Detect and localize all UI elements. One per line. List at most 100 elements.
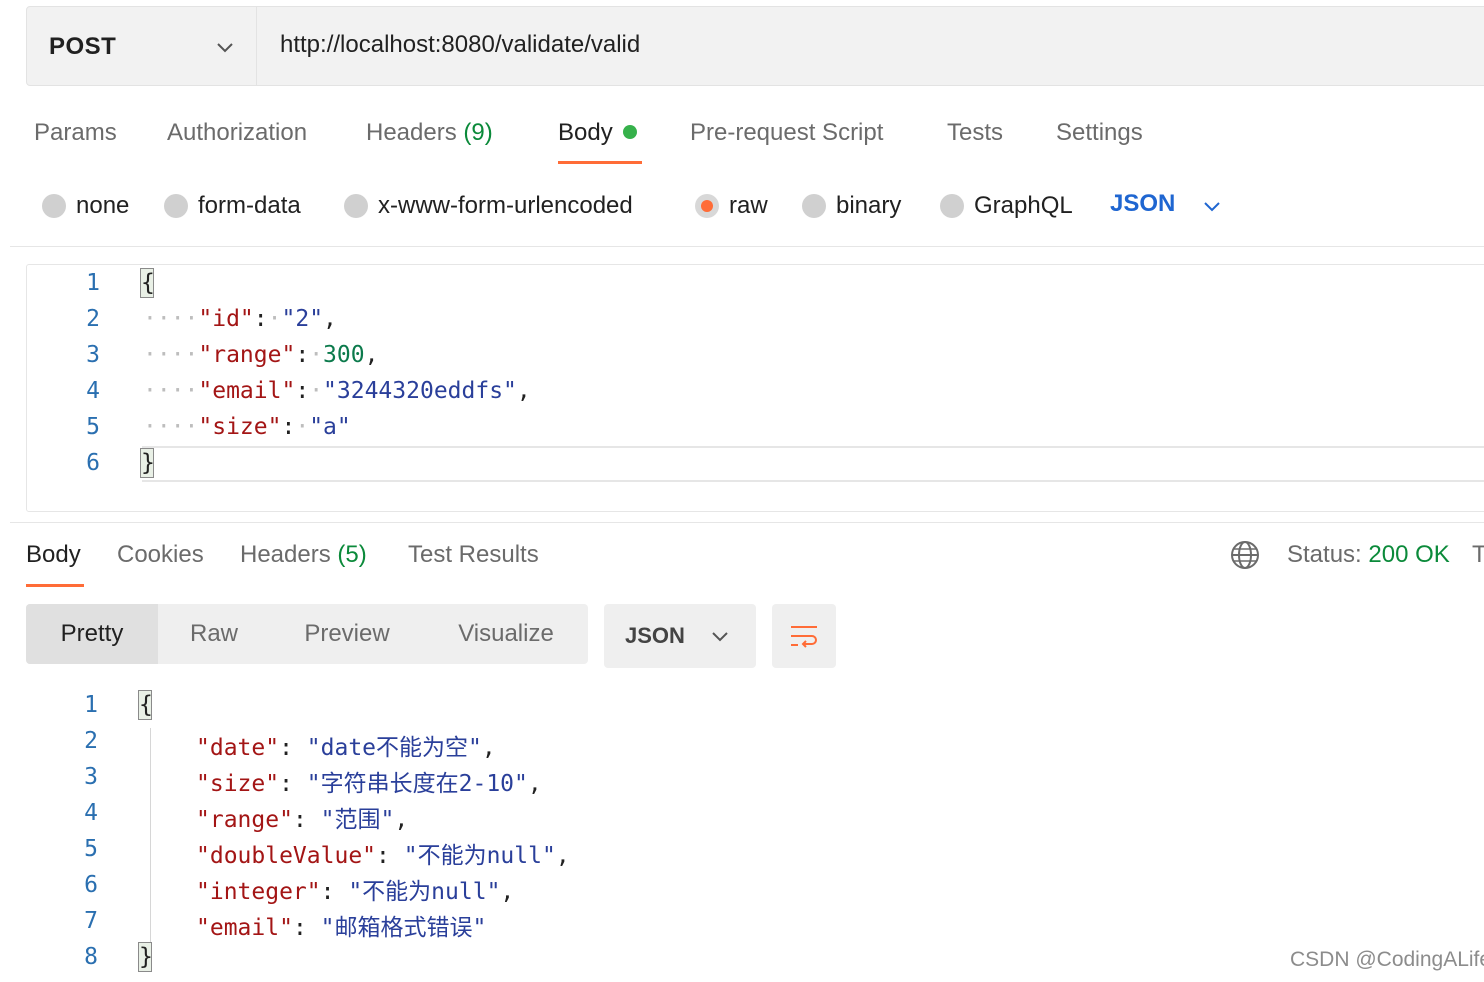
json-key: "size" — [196, 771, 280, 797]
json-key: "range" — [196, 807, 293, 833]
line-number: 7 — [84, 908, 98, 934]
json-value: "邮箱格式错误" — [320, 915, 487, 941]
watermark: CSDN @CodingALife — [1290, 948, 1484, 971]
radio-circle-selected — [695, 194, 719, 218]
radio-none[interactable]: none — [42, 190, 129, 222]
code-line: "size": "字符串长度在2-10", — [196, 771, 542, 797]
view-visualize-button[interactable]: Visualize — [424, 604, 588, 664]
line-number: 6 — [86, 450, 100, 476]
open-brace: { — [138, 690, 153, 720]
method-label: POST — [49, 33, 117, 60]
response-view-switcher: Pretty Raw Preview Visualize — [26, 604, 588, 664]
line-number: 2 — [84, 728, 98, 754]
view-pretty-button[interactable]: Pretty — [26, 604, 158, 664]
radio-binary[interactable]: binary — [802, 190, 901, 222]
response-tab-body[interactable]: Body — [26, 541, 81, 569]
body-language-select[interactable]: JSON — [1110, 190, 1175, 218]
tab-tests[interactable]: Tests — [947, 119, 1003, 147]
json-key: "id" — [198, 306, 254, 332]
code-line: ····"id":·"2", — [143, 306, 337, 332]
indent-guide — [150, 728, 151, 944]
tab-settings[interactable]: Settings — [1056, 119, 1143, 147]
code-line: { — [140, 268, 155, 298]
close-brace: } — [140, 448, 155, 478]
view-preview-button[interactable]: Preview — [270, 604, 424, 664]
code-line: { — [138, 690, 153, 720]
radio-graphql-label: GraphQL — [974, 192, 1073, 219]
radio-circle — [940, 194, 964, 218]
chevron-down-icon[interactable] — [1202, 196, 1222, 216]
radio-urlencoded-label: x-www-form-urlencoded — [378, 192, 633, 219]
json-key: "email" — [196, 915, 293, 941]
line-number: 4 — [86, 378, 100, 404]
json-value: "date不能为空" — [306, 735, 482, 761]
active-tab-underline — [558, 161, 642, 164]
globe-icon[interactable] — [1230, 540, 1260, 570]
json-key: "integer" — [196, 879, 321, 905]
line-number: 1 — [84, 692, 98, 718]
radio-form-data-label: form-data — [198, 192, 301, 219]
json-key: "range" — [198, 342, 296, 368]
tab-params[interactable]: Params — [34, 119, 117, 147]
code-line: "integer": "不能为null", — [196, 879, 515, 905]
wrap-lines-button[interactable] — [772, 604, 836, 668]
divider — [10, 246, 1484, 247]
tab-body-label: Body — [558, 119, 613, 146]
radio-raw[interactable]: raw — [695, 190, 768, 222]
radio-none-label: none — [76, 192, 130, 219]
code-line: "email": "邮箱格式错误" — [196, 915, 487, 941]
status-label: Status: — [1287, 541, 1362, 568]
radio-circle — [802, 194, 826, 218]
radio-form-data[interactable]: form-data — [164, 190, 301, 222]
response-format-label: JSON — [625, 623, 685, 648]
chevron-down-icon — [217, 43, 233, 53]
json-key: "email" — [198, 378, 296, 404]
json-value: 300 — [323, 342, 365, 368]
response-tab-cookies[interactable]: Cookies — [117, 541, 204, 569]
url-input[interactable]: http://localhost:8080/validate/valid — [280, 31, 640, 59]
active-line-highlight — [142, 446, 1484, 482]
code-line: "date": "date不能为空", — [196, 735, 496, 761]
response-format-select[interactable]: JSON — [604, 604, 756, 668]
code-line: ····"range":·300, — [143, 342, 379, 368]
tab-body[interactable]: Body — [558, 119, 637, 147]
json-value: "2" — [281, 306, 324, 332]
method-select[interactable]: POST — [27, 7, 257, 85]
json-value: "3244320eddfs" — [323, 378, 517, 404]
response-headers-count: (5) — [337, 541, 367, 568]
headers-count: (9) — [463, 119, 493, 146]
json-key: "doubleValue" — [196, 843, 377, 869]
response-tab-headers[interactable]: Headers (5) — [240, 541, 367, 569]
response-tab-headers-label: Headers — [240, 541, 331, 568]
close-brace: } — [138, 942, 153, 972]
json-value: "范围" — [320, 807, 395, 833]
wrap-lines-icon — [791, 626, 817, 648]
radio-circle — [42, 194, 66, 218]
json-value: "不能为null" — [348, 879, 501, 905]
open-brace: { — [140, 268, 155, 298]
tab-headers-label: Headers — [366, 119, 457, 146]
response-tab-test-results[interactable]: Test Results — [408, 541, 539, 569]
radio-graphql[interactable]: GraphQL — [940, 190, 1073, 222]
url-bar: POST http://localhost:8080/validate/vali… — [26, 6, 1484, 86]
divider — [10, 522, 1484, 523]
tab-authorization[interactable]: Authorization — [167, 119, 307, 147]
radio-binary-label: binary — [836, 192, 902, 219]
json-key: "size" — [198, 414, 282, 440]
code-line: "doubleValue": "不能为null", — [196, 843, 570, 869]
view-raw-button[interactable]: Raw — [158, 604, 270, 664]
radio-urlencoded[interactable]: x-www-form-urlencoded — [344, 190, 633, 222]
line-number: 3 — [86, 342, 100, 368]
status-value: 200 OK — [1368, 541, 1450, 568]
json-value: "字符串长度在2-10" — [306, 771, 528, 797]
line-number: 4 — [84, 800, 98, 826]
line-number: 5 — [84, 836, 98, 862]
tab-headers[interactable]: Headers (9) — [366, 119, 493, 147]
line-number: 8 — [84, 944, 98, 970]
response-status: Status: 200 OK — [1287, 541, 1450, 569]
tab-prerequest-script[interactable]: Pre-request Script — [690, 119, 883, 147]
code-line: } — [140, 448, 155, 478]
line-number: 3 — [84, 764, 98, 790]
json-value: "不能为null" — [403, 843, 556, 869]
chevron-down-icon — [712, 632, 728, 642]
